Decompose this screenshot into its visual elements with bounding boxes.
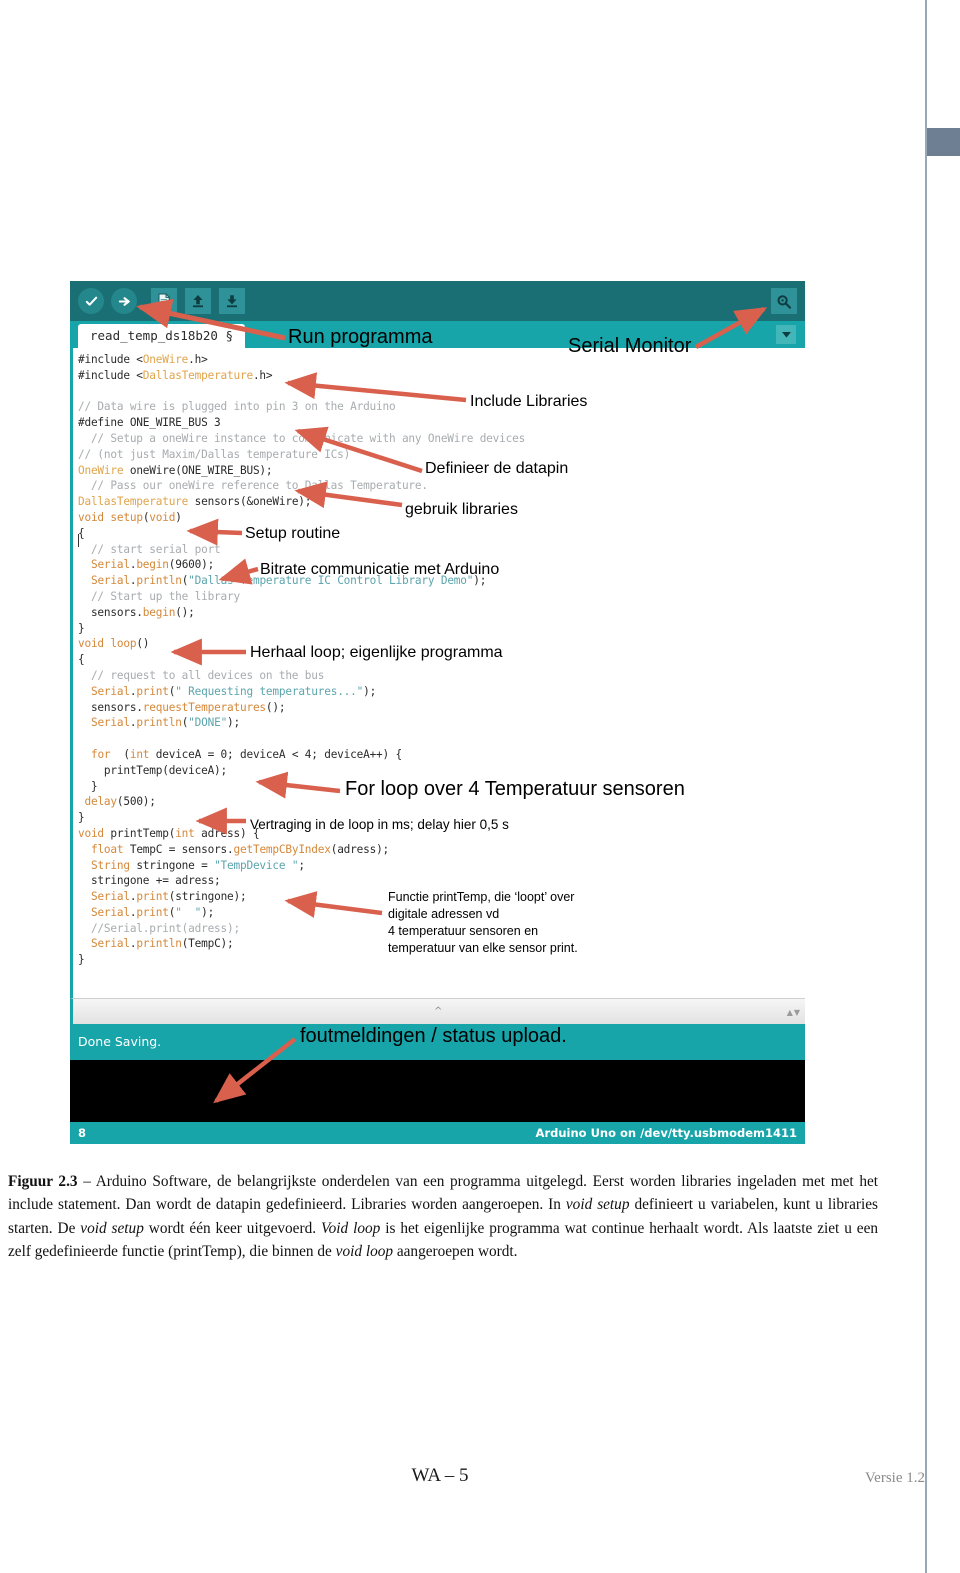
caption-text-5: aangeroepen wordt. [393, 1242, 518, 1260]
ide-console-output [70, 1060, 805, 1122]
annotation-setup-routine: Setup routine [245, 525, 341, 542]
verify-icon[interactable] [78, 288, 104, 314]
annotation-vertraging: Vertraging in de loop in ms; delay hier … [250, 817, 509, 832]
open-sketch-icon[interactable] [185, 288, 211, 314]
caption-em-3: Void loop [320, 1219, 381, 1237]
caption-label: Figuur 2.3 [8, 1173, 78, 1190]
status-message: Done Saving. [78, 1034, 162, 1049]
figure-caption: Figuur 2.3 – Arduino Software, de belang… [8, 1170, 878, 1263]
caption-em-1: void setup [565, 1196, 630, 1214]
save-sketch-icon[interactable] [219, 288, 245, 314]
ide-tab-bar: read_temp_ds18b20 § [70, 321, 805, 348]
page-side-tab-marker [927, 128, 960, 156]
new-sketch-icon[interactable] [151, 288, 177, 314]
upload-icon[interactable] [111, 288, 137, 314]
caption-em-4: void loop [335, 1242, 394, 1260]
annotation-for-loop: For loop over 4 Temperatuur sensoren [345, 778, 685, 800]
caption-dash: – [77, 1173, 96, 1190]
board-port-indicator: Arduino Uno on /dev/tty.usbmodem1411 [535, 1126, 797, 1140]
page-margin-rule [925, 0, 927, 1573]
annotation-serial-monitor: Serial Monitor [568, 335, 692, 357]
tab-sketch-read-temp[interactable]: read_temp_ds18b20 § [78, 324, 245, 348]
annotation-foutmeldingen: foutmeldingen / status upload. [300, 1025, 567, 1047]
annotation-gebruik-libraries: gebruik libraries [405, 501, 518, 518]
line-number-indicator: 8 [78, 1126, 87, 1140]
footer-version: Versie 1.2 [865, 1470, 925, 1486]
annotation-bitrate: Bitrate communicatie met Arduino [260, 561, 500, 578]
splitter-handle[interactable]: ^ [434, 1007, 442, 1017]
annotation-include-libraries: Include Libraries [470, 393, 588, 410]
figure-arduino-ide-screenshot: read_temp_ds18b20 § #include <OneWire.h>… [70, 281, 805, 1156]
annotation-herhaal-loop: Herhaal loop; eigenlijke programma [250, 644, 503, 661]
ide-toolbar [70, 281, 805, 321]
footer-page-number: WA – 5 [411, 1465, 469, 1486]
serial-monitor-icon[interactable] [771, 288, 797, 314]
chevron-down-icon[interactable] [776, 325, 796, 344]
ide-bottom-bar: 8 Arduino Uno on /dev/tty.usbmodem1411 [70, 1122, 805, 1144]
annotation-run-programma: Run programma [288, 326, 433, 348]
editor-console-splitter[interactable]: ^ ▲▼ [70, 998, 805, 1024]
annotation-printtemp-block: Functie printTemp, die ‘loopt’ over digi… [388, 890, 578, 955]
splitter-arrows-icon[interactable]: ▲▼ [787, 1008, 801, 1017]
caption-em-2: void setup [80, 1219, 144, 1237]
caption-text-3: wordt één keer uitgevoerd. [143, 1219, 321, 1237]
annotation-definieer-datapin: Definieer de datapin [425, 460, 569, 477]
text-caret [78, 534, 79, 547]
